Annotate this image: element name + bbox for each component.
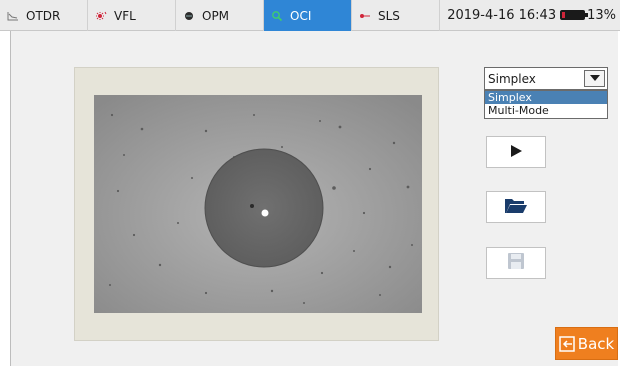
power-meter-icon bbox=[176, 11, 202, 21]
play-button[interactable] bbox=[486, 136, 546, 168]
fiber-cladding bbox=[204, 148, 324, 268]
back-label: Back bbox=[577, 334, 615, 353]
battery-icon bbox=[560, 10, 589, 20]
mode-select[interactable]: Simplex bbox=[484, 67, 608, 90]
light-source-icon bbox=[352, 11, 378, 21]
microscope-icon bbox=[264, 10, 290, 22]
folder-icon bbox=[504, 196, 528, 218]
tab-label: SLS bbox=[378, 8, 400, 23]
open-folder-button[interactable] bbox=[486, 191, 546, 223]
battery-cap bbox=[585, 13, 589, 17]
tab-label: VFL bbox=[114, 8, 136, 23]
fiber-core-light bbox=[261, 209, 269, 217]
mode-dropdown-list: Simplex Multi-Mode bbox=[484, 90, 608, 119]
play-icon bbox=[509, 143, 523, 162]
fiber-endface-image bbox=[94, 95, 422, 313]
battery-level-fill bbox=[562, 12, 566, 18]
contaminant-spot bbox=[250, 204, 254, 208]
tab-opm[interactable]: OPM bbox=[176, 0, 264, 31]
trace-icon bbox=[0, 11, 26, 21]
mode-option-multi-mode[interactable]: Multi-Mode bbox=[485, 104, 607, 117]
save-button[interactable] bbox=[486, 247, 546, 279]
tab-sls[interactable]: SLS bbox=[352, 0, 440, 31]
back-button[interactable]: Back bbox=[555, 327, 618, 360]
tab-oci[interactable]: OCI bbox=[264, 0, 352, 31]
tab-otdr[interactable]: OTDR bbox=[0, 0, 88, 31]
mode-select-value: Simplex bbox=[488, 71, 536, 86]
tab-label: OPM bbox=[202, 8, 230, 23]
save-icon bbox=[507, 252, 525, 274]
chevron-down-icon[interactable] bbox=[584, 70, 605, 87]
mode-option-simplex[interactable]: Simplex bbox=[485, 91, 607, 104]
tab-label: OTDR bbox=[26, 8, 61, 23]
exit-icon bbox=[559, 335, 575, 352]
tab-label: OCI bbox=[290, 8, 312, 23]
battery-percent: 13% bbox=[587, 7, 616, 23]
datetime: 2019-4-16 16:43 bbox=[447, 7, 557, 23]
laser-icon bbox=[88, 11, 114, 21]
tab-vfl[interactable]: VFL bbox=[88, 0, 176, 31]
fiber-endface-svg bbox=[94, 95, 422, 313]
top-tab-bar: OTDR VFL OPM OCI SLS 2019-4-16 16:43 13% bbox=[0, 0, 620, 31]
status-area: 2019-4-16 16:43 13% bbox=[440, 0, 620, 30]
